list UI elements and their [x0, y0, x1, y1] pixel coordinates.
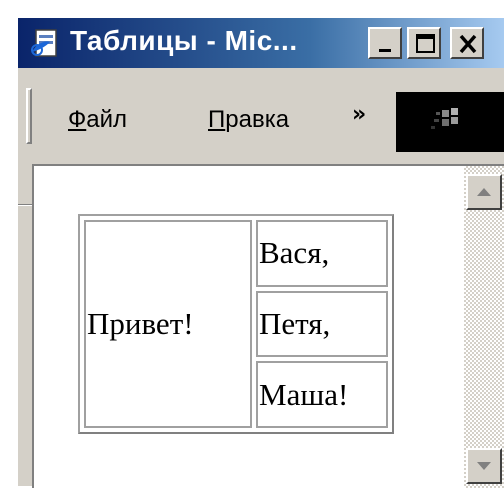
browser-window: Таблицы - Mic... Файл Правка » Привет! В…: [16, 16, 504, 488]
menu-overflow-chevron-icon[interactable]: »: [352, 102, 366, 127]
vertical-scrollbar[interactable]: [464, 166, 504, 488]
menu-edit-label: равка: [225, 106, 290, 133]
table-cell: Петя,: [256, 290, 388, 358]
minimize-button[interactable]: [368, 27, 402, 59]
menu-file[interactable]: Файл: [68, 106, 127, 134]
close-icon: [459, 34, 477, 54]
content-table: Привет! Вася, Петя, Маша!: [78, 214, 394, 434]
scroll-up-button[interactable]: [466, 174, 502, 210]
page-viewport: Привет! Вася, Петя, Маша!: [32, 164, 504, 488]
menu-file-accel: Ф: [68, 106, 87, 133]
windows-logo-throbber: [396, 92, 504, 152]
maximize-icon: [416, 34, 435, 53]
table-cell-greeting: Привет!: [84, 220, 252, 428]
windows-flag-icon: [431, 108, 458, 129]
menu-bar: Файл Правка »: [18, 68, 504, 206]
table-cell: Маша!: [256, 361, 388, 428]
scroll-down-button[interactable]: [466, 448, 502, 484]
close-button[interactable]: [450, 27, 484, 59]
arrow-up-icon: [477, 188, 491, 196]
title-bar[interactable]: Таблицы - Mic...: [18, 18, 504, 68]
toolbar-grip[interactable]: [26, 88, 32, 144]
minimize-icon: [379, 49, 391, 52]
maximize-button[interactable]: [407, 27, 441, 59]
ie-page-icon: [28, 26, 62, 60]
arrow-down-icon: [477, 462, 491, 470]
menu-edit-accel: П: [208, 106, 226, 133]
menu-file-label: айл: [86, 106, 128, 133]
menu-edit[interactable]: Правка: [208, 106, 289, 134]
table-cell: Вася,: [256, 220, 388, 287]
window-title: Таблицы - Mic...: [70, 25, 298, 56]
table-row: Привет! Вася,: [84, 220, 388, 428]
